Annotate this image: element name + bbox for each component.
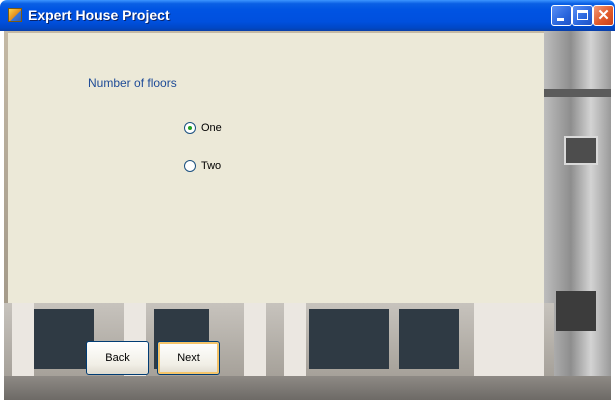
background-photo: Number of floors One Two Back Next — [4, 31, 611, 400]
back-button[interactable]: Back — [86, 341, 149, 375]
next-button[interactable]: Next — [157, 341, 220, 375]
radio-two-label[interactable]: Two — [201, 159, 221, 173]
app-icon[interactable] — [8, 8, 22, 22]
radio-one[interactable]: One — [184, 121, 264, 137]
building-window — [556, 291, 596, 331]
number-of-floors-label: Number of floors — [88, 76, 177, 90]
radio-selected-dot — [188, 126, 192, 130]
ground — [4, 376, 611, 400]
glass-panel — [399, 309, 459, 369]
building-window — [564, 136, 598, 165]
close-button[interactable]: ✕ — [593, 5, 614, 26]
floors-panel: Number of floors One Two — [8, 33, 544, 303]
app-window: Expert House Project ✕ Number of floors — [0, 0, 615, 403]
balcony-rail — [544, 89, 611, 97]
radio-two[interactable]: Two — [184, 159, 264, 175]
radio-circle[interactable] — [184, 160, 196, 172]
glass-panel — [309, 309, 389, 369]
window-title: Expert House Project — [28, 7, 170, 23]
glass-panel — [34, 309, 94, 369]
radio-circle[interactable] — [184, 122, 196, 134]
close-icon: ✕ — [597, 7, 610, 24]
building-facade — [544, 31, 611, 400]
radio-one-label[interactable]: One — [201, 121, 222, 135]
title-bar[interactable]: Expert House Project ✕ — [0, 0, 615, 31]
minimize-button[interactable] — [551, 5, 572, 26]
maximize-button[interactable] — [572, 5, 593, 26]
